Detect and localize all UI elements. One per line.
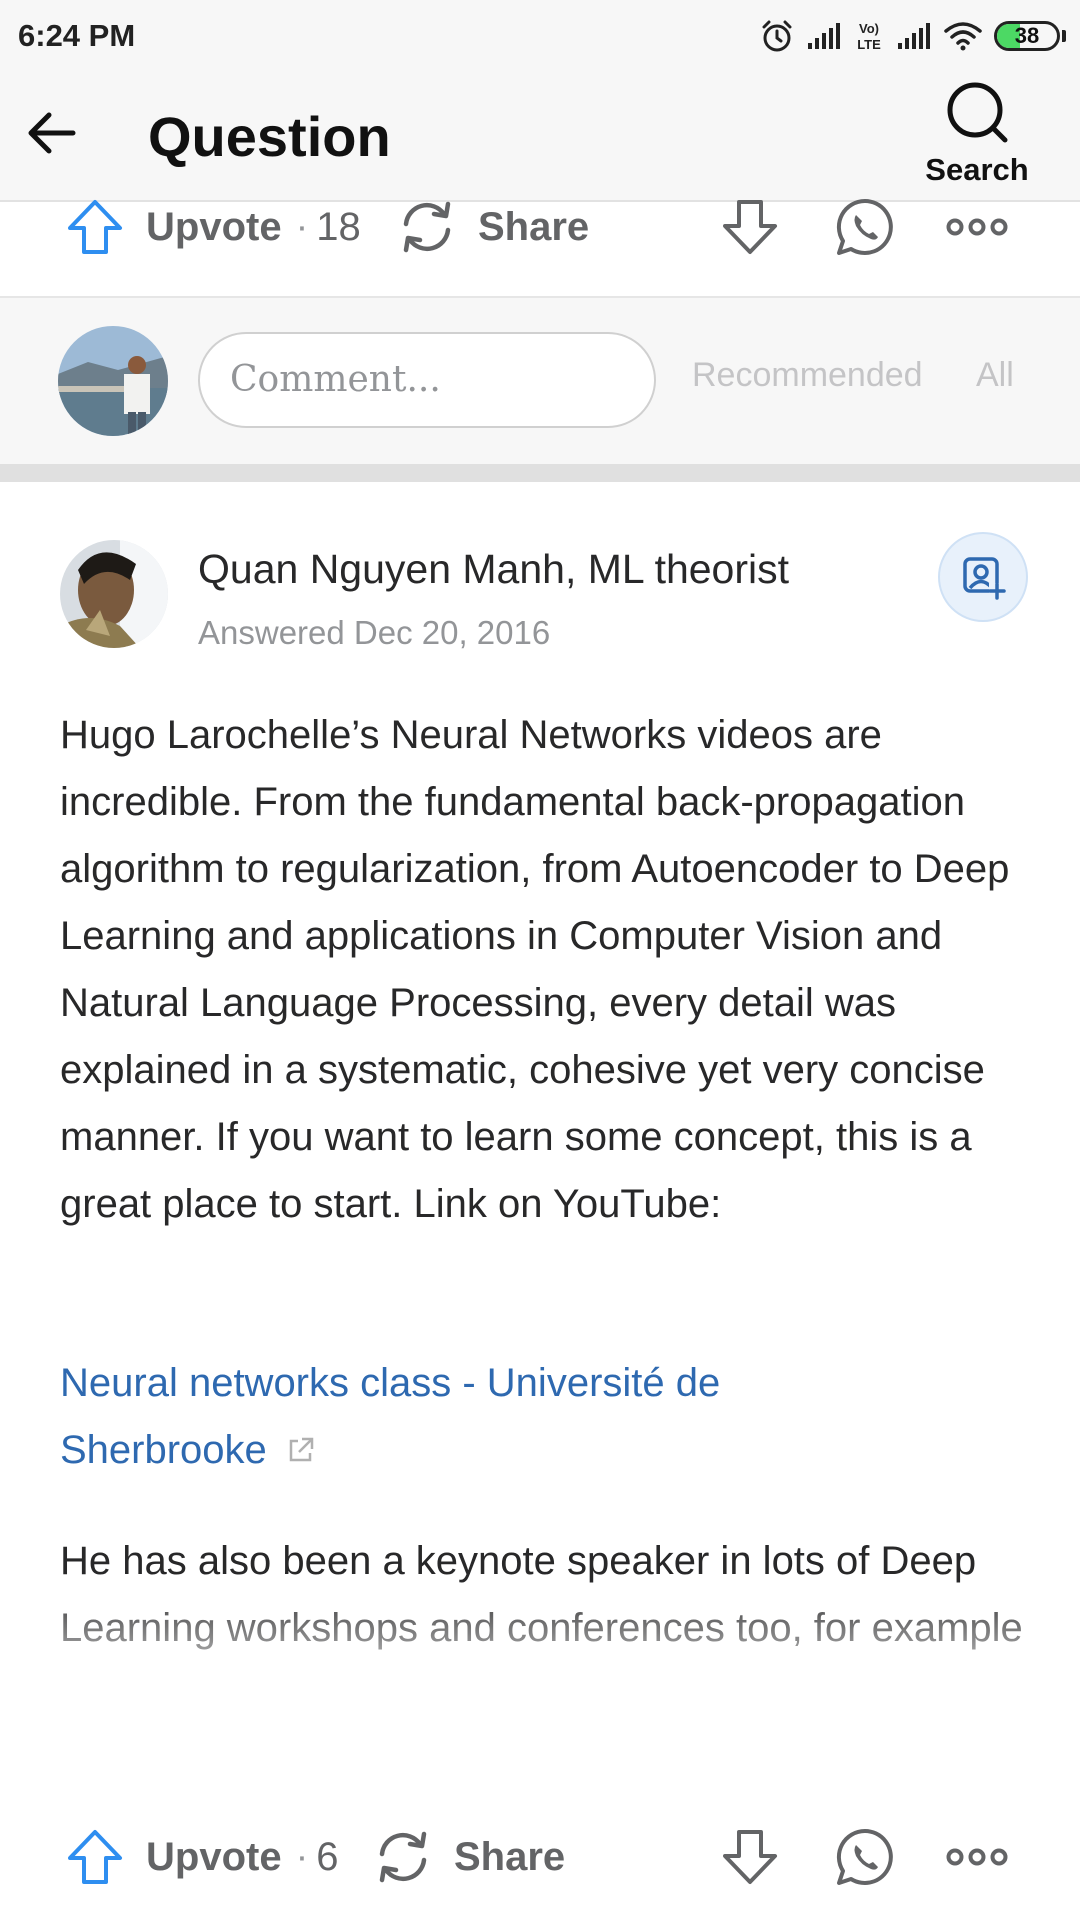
author-avatar[interactable] (60, 540, 168, 648)
share-button[interactable]: Share (396, 182, 589, 272)
answer-action-bar: Upvote · 6 Share (0, 1812, 1080, 1902)
upvote-count: 18 (316, 204, 361, 249)
alarm-icon (762, 20, 792, 52)
text-fade-overlay (0, 1580, 1080, 1710)
downvote-arrow-icon (723, 1830, 777, 1884)
filter-recommended[interactable]: Recommended (692, 356, 923, 395)
separator-dot: · (295, 1835, 309, 1878)
answer-date: Answered Dec 20, 2016 (198, 614, 551, 651)
status-time: 6:24 PM (18, 18, 136, 53)
battery-icon: 38 (994, 21, 1060, 51)
svg-text:LTE: LTE (857, 37, 881, 52)
upvote-count: 6 (316, 1834, 339, 1879)
wifi-icon (944, 22, 982, 51)
share-icon (403, 201, 451, 253)
author-name[interactable]: Quan Nguyen Manh, ML theorist (198, 546, 789, 593)
whatsapp-icon (836, 1828, 893, 1885)
answer-paragraph: Hugo Larochelle’s Neural Networks videos… (60, 713, 1010, 1226)
search-button[interactable]: Search (922, 80, 1032, 198)
whatsapp-icon (836, 198, 893, 255)
back-button[interactable] (20, 102, 82, 164)
signal-icon (808, 23, 840, 49)
upvote-arrow-icon (68, 1830, 122, 1884)
user-avatar[interactable] (58, 326, 168, 436)
more-options-button[interactable] (942, 1822, 1012, 1892)
upvote-label: Upvote (146, 204, 282, 249)
more-options-button[interactable] (942, 192, 1012, 262)
volte-icon: Vo) LTE (857, 21, 881, 52)
upvote-label: Upvote (146, 1834, 282, 1879)
whatsapp-share-button[interactable] (830, 192, 900, 262)
external-link-icon (289, 1437, 314, 1462)
downvote-arrow-icon (723, 200, 777, 254)
section-divider (0, 464, 1080, 482)
downvote-button[interactable] (715, 192, 785, 262)
more-dots-icon (946, 218, 1008, 236)
upvote-arrow-icon (68, 200, 122, 254)
separator-dot: · (295, 205, 309, 248)
youtube-link[interactable]: Neural networks class - Université de Sh… (60, 1361, 720, 1472)
search-icon (947, 82, 1008, 143)
comment-input[interactable]: Comment... (198, 332, 656, 428)
upvote-button[interactable]: Upvote · 18 (64, 182, 361, 272)
arrow-left-icon (28, 112, 76, 154)
share-button[interactable]: Share (372, 1812, 565, 1902)
status-bar: 6:24 PM Vo) LTE 38 (0, 0, 1080, 72)
share-label: Share (478, 204, 590, 249)
question-action-bar: Upvote · 18 Share (0, 182, 1080, 272)
upvote-button[interactable]: Upvote · 6 (64, 1812, 338, 1902)
battery-tip (1062, 30, 1066, 42)
svg-text:Vo): Vo) (859, 21, 879, 36)
more-dots-icon (946, 1848, 1008, 1866)
follow-author-button[interactable] (938, 532, 1028, 622)
whatsapp-share-button[interactable] (830, 1822, 900, 1892)
filter-all[interactable]: All (976, 356, 1014, 395)
battery-level: 38 (1014, 23, 1040, 48)
youtube-link-block: Neural networks class - Université de Sh… (60, 1350, 900, 1484)
share-label: Share (454, 1834, 566, 1879)
signal-icon-2 (898, 23, 930, 49)
share-icon (379, 1831, 427, 1883)
comment-bar: Comment... Recommended All (0, 296, 1080, 464)
add-person-icon (963, 557, 1006, 600)
downvote-button[interactable] (715, 1822, 785, 1892)
page-title: Question (148, 105, 391, 168)
status-icons: Vo) LTE 38 (760, 16, 1066, 56)
